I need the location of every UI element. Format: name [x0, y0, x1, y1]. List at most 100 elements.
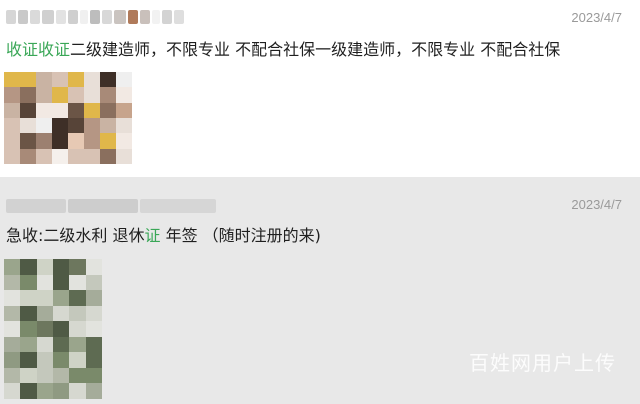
mosaic-pixel: [84, 87, 100, 103]
mosaic-pixel: [69, 290, 86, 306]
mosaic-pixel: [53, 383, 70, 399]
mosaic-pixel: [69, 274, 86, 291]
mosaic-pixel: [4, 133, 20, 149]
mosaic-pixel: [4, 72, 20, 88]
mosaic-pixel: [20, 290, 37, 306]
mosaic-pixel: [68, 148, 84, 164]
mosaic-pixel: [68, 72, 84, 88]
post-text[interactable]: 急收:二级水利 退休证 年签 （随时注册的来): [6, 226, 321, 246]
mosaic-pixel: [53, 290, 70, 306]
mosaic-pixel: [4, 352, 21, 368]
mosaic-pixel: [4, 290, 21, 306]
mosaic-pixel: [52, 133, 68, 149]
mosaic-pixel: [69, 383, 86, 399]
mosaic-pixel: [20, 383, 37, 399]
post-date: 2023/4/7: [571, 10, 622, 25]
mosaic-pixel: [36, 321, 53, 337]
mosaic-pixel: [36, 87, 52, 103]
mosaic-pixel: [36, 259, 53, 275]
highlighted-text: 证: [144, 226, 161, 245]
mosaic-pixel: [85, 274, 102, 291]
post-text[interactable]: 收证收证二级建造师，不限专业 不配合社保一级建造师，不限专业 不配合社保: [6, 40, 560, 60]
mosaic-pixel: [4, 383, 21, 399]
mosaic-pixel: [36, 72, 52, 88]
mosaic-pixel: [85, 305, 102, 322]
mosaic-pixel: [20, 148, 36, 164]
mosaic-pixel: [20, 321, 37, 337]
mosaic-pixel: [85, 352, 102, 368]
mosaic-pixel: [4, 148, 20, 164]
mosaic-pixel: [85, 259, 102, 275]
mosaic-pixel: [116, 133, 132, 149]
mosaic-pixel: [4, 87, 20, 103]
mosaic-pixel: [4, 336, 21, 353]
mosaic-pixel: [69, 352, 86, 368]
mosaic-pixel: [85, 336, 102, 353]
mosaic-pixel: [69, 336, 86, 353]
mosaic-pixel: [69, 321, 86, 337]
mosaic-pixel: [36, 274, 53, 291]
poster-name-blurred: [6, 199, 216, 213]
mosaic-pixel: [4, 259, 21, 275]
mosaic-pixel: [116, 148, 132, 164]
mosaic-pixel: [69, 305, 86, 322]
mosaic-pixel: [53, 305, 70, 322]
mosaic-pixel: [20, 367, 37, 384]
mosaic-pixel: [36, 148, 52, 164]
mosaic-pixel: [100, 117, 116, 134]
watermark-text: 百姓网用户上传: [469, 353, 616, 375]
mosaic-pixel: [85, 367, 102, 384]
mosaic-pixel: [68, 87, 84, 103]
mosaic-pixel: [20, 72, 36, 88]
post-text-pre: 急收:二级水利 退休: [6, 226, 145, 245]
mosaic-pixel: [85, 383, 102, 399]
mosaic-pixel: [52, 72, 68, 88]
mosaic-pixel: [36, 102, 52, 118]
mosaic-pixel: [53, 274, 70, 291]
mosaic-pixel: [69, 367, 86, 384]
post-thumbnail-blurred[interactable]: [4, 72, 132, 164]
mosaic-pixel: [52, 102, 68, 118]
mosaic-pixel: [85, 321, 102, 337]
mosaic-pixel: [20, 352, 37, 368]
mosaic-pixel: [85, 290, 102, 306]
mosaic-pixel: [116, 72, 132, 88]
mosaic-pixel: [4, 305, 21, 322]
mosaic-pixel: [69, 259, 86, 275]
mosaic-pixel: [53, 352, 70, 368]
mosaic-pixel: [68, 133, 84, 149]
mosaic-pixel: [84, 117, 100, 134]
mosaic-pixel: [4, 367, 21, 384]
mosaic-pixel: [84, 102, 100, 118]
mosaic-pixel: [4, 321, 21, 337]
mosaic-pixel: [20, 87, 36, 103]
post-text-post: 年签 （随时注册的来): [160, 226, 321, 245]
mosaic-pixel: [20, 117, 36, 134]
mosaic-pixel: [36, 336, 53, 353]
mosaic-pixel: [4, 117, 20, 134]
mosaic-pixel: [53, 367, 70, 384]
post-thumbnail-blurred[interactable]: [4, 259, 102, 399]
mosaic-pixel: [68, 102, 84, 118]
mosaic-pixel: [52, 148, 68, 164]
mosaic-pixel: [116, 102, 132, 118]
mosaic-pixel: [53, 321, 70, 337]
mosaic-pixel: [52, 117, 68, 134]
mosaic-pixel: [100, 87, 116, 103]
mosaic-pixel: [100, 72, 116, 88]
mosaic-pixel: [116, 117, 132, 134]
mosaic-pixel: [53, 336, 70, 353]
highlighted-text: 收证收证: [6, 40, 71, 59]
mosaic-pixel: [20, 259, 37, 275]
mosaic-pixel: [36, 383, 53, 399]
mosaic-pixel: [84, 133, 100, 149]
mosaic-pixel: [84, 148, 100, 164]
mosaic-pixel: [100, 133, 116, 149]
mosaic-pixel: [52, 87, 68, 103]
mosaic-pixel: [36, 305, 53, 322]
listing-post[interactable]: 2023/4/7 急收:二级水利 退休证 年签 （随时注册的来) 百姓网用户上传: [0, 177, 640, 404]
mosaic-pixel: [36, 352, 53, 368]
listing-post[interactable]: 2023/4/7 收证收证二级建造师，不限专业 不配合社保一级建造师，不限专业 …: [0, 0, 640, 175]
mosaic-pixel: [20, 102, 36, 118]
mosaic-pixel: [20, 305, 37, 322]
